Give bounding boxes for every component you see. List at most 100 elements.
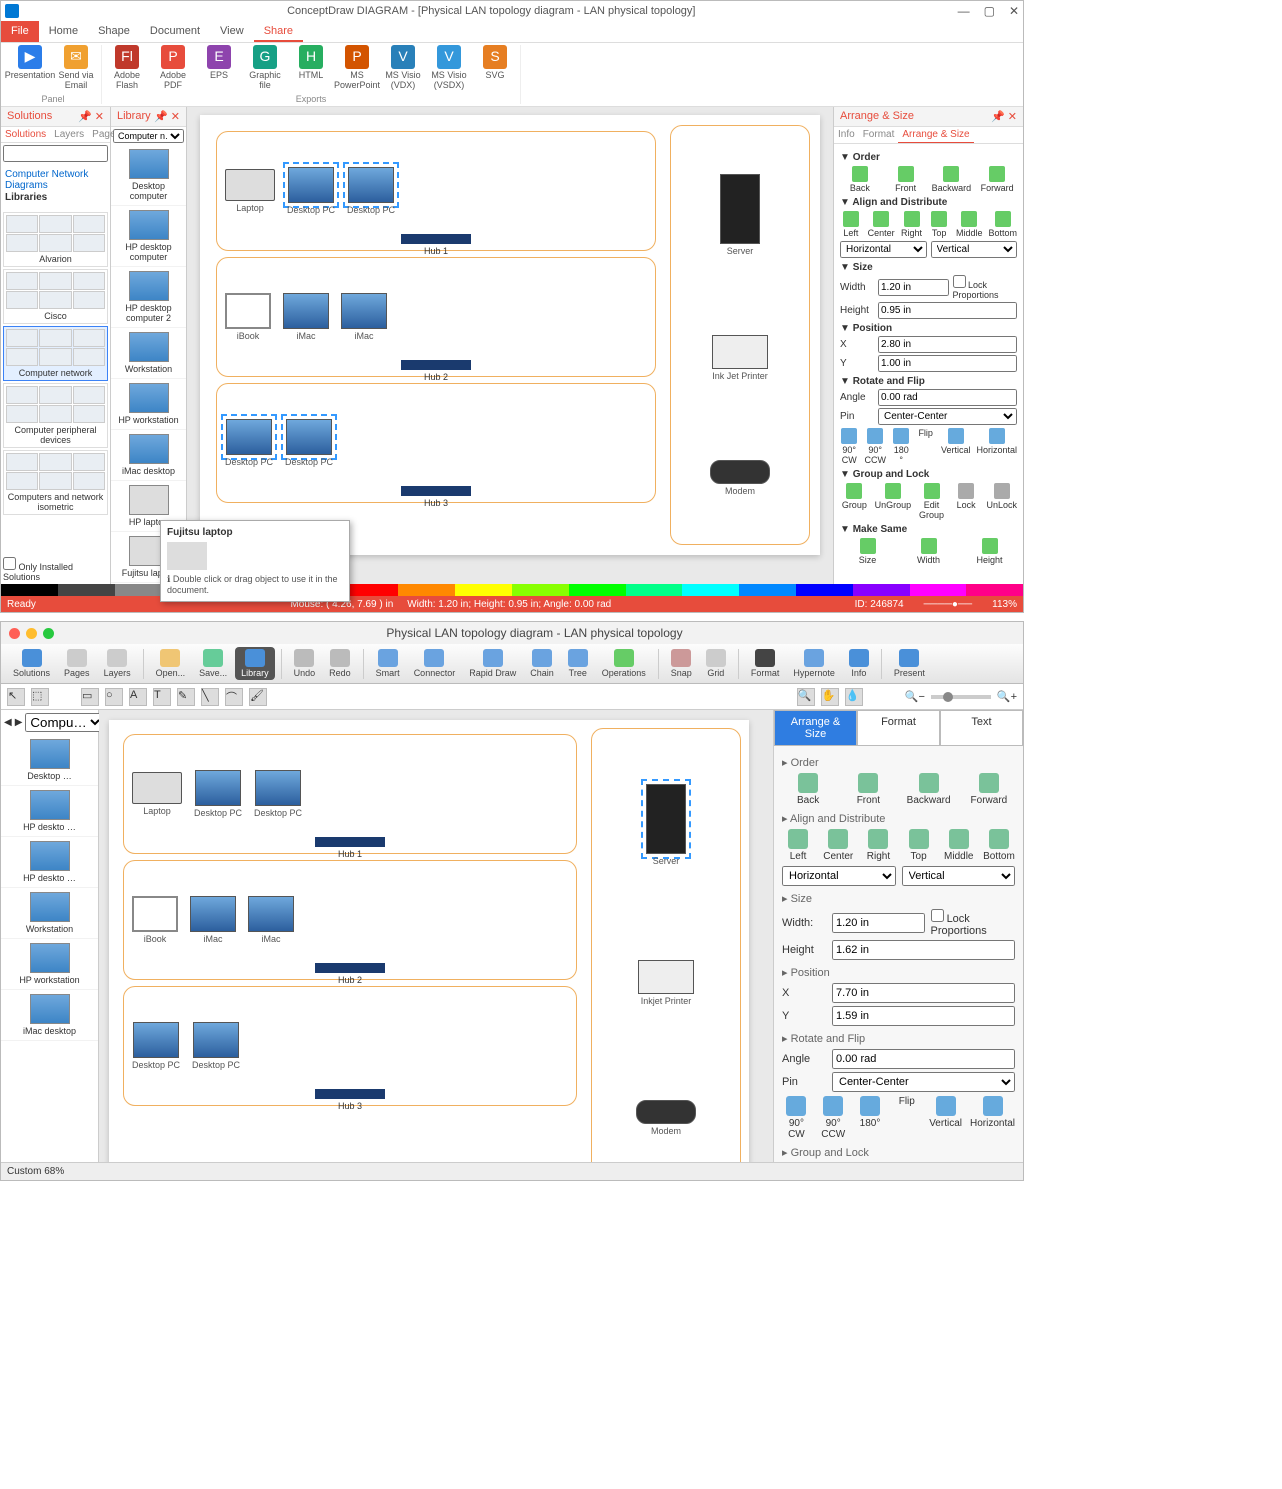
menu-document[interactable]: Document <box>140 21 210 42</box>
mac-align-top[interactable]: Top <box>903 829 935 862</box>
graphic-file-button[interactable]: GGraphic file <box>244 45 286 91</box>
align-top-button[interactable]: Top <box>928 211 950 238</box>
pin-select[interactable]: Center-Center <box>878 408 1017 425</box>
line-tool-icon[interactable]: ╲ <box>201 688 219 706</box>
solution-card-peripheral[interactable]: Computer peripheral devices <box>3 383 108 448</box>
distribute-v-select[interactable]: Vertical <box>931 241 1018 258</box>
mac-tab-text[interactable]: Text <box>940 710 1023 746</box>
mac-align-middle[interactable]: Middle <box>943 829 975 862</box>
lib-item[interactable]: Workstation <box>1 888 98 939</box>
diagram-page[interactable]: Laptop Desktop PC Desktop PC Hub 1 iBook… <box>200 115 820 555</box>
solutions-libraries-node[interactable]: Libraries <box>5 192 106 203</box>
mac-angle-input[interactable] <box>832 1049 1015 1069</box>
tb-grid[interactable]: Grid <box>700 647 732 680</box>
tb-hypernote[interactable]: Hypernote <box>787 647 841 680</box>
eps-button[interactable]: EEPS <box>198 45 240 81</box>
mac-align-bottom[interactable]: Bottom <box>983 829 1015 862</box>
close-button[interactable]: ✕ <box>1009 4 1019 18</box>
width-input[interactable] <box>878 279 949 296</box>
angle-input[interactable] <box>878 389 1017 406</box>
align-middle-button[interactable]: Middle <box>956 211 983 238</box>
mac-y-input[interactable] <box>832 1006 1015 1026</box>
send-email-button[interactable]: ✉Send via Email <box>55 45 97 91</box>
menu-share[interactable]: Share <box>254 21 303 42</box>
height-input[interactable] <box>878 302 1017 319</box>
flip-vertical-button[interactable]: Vertical <box>941 428 971 465</box>
same-width-button[interactable]: Width <box>901 538 956 565</box>
zoom-slider[interactable]: ────●── <box>924 599 973 610</box>
rotate-180-button[interactable]: 180 ° <box>892 428 910 465</box>
mac-flip-h[interactable]: Horizontal <box>970 1096 1015 1140</box>
color-palette[interactable] <box>1 584 1023 596</box>
lib-item[interactable]: Workstation <box>111 328 186 379</box>
lib-item[interactable]: HP deskto … <box>1 837 98 888</box>
mac-align-right[interactable]: Right <box>862 829 894 862</box>
y-input[interactable] <box>878 355 1017 372</box>
pointer-tool-icon[interactable]: ↖ <box>7 688 25 706</box>
tb-pages[interactable]: Pages <box>58 647 96 680</box>
library-dropdown[interactable]: Computer n… <box>113 129 184 143</box>
brush-tool-icon[interactable]: 🖌 <box>249 688 267 706</box>
lib-item[interactable]: HP workstation <box>111 379 186 430</box>
ellipse-tool-icon[interactable]: ○ <box>105 688 123 706</box>
select-tool-icon[interactable]: ⬚ <box>31 688 49 706</box>
solutions-network-link[interactable]: Computer Network Diagrams <box>5 169 106 191</box>
align-left-button[interactable]: Left <box>840 211 862 238</box>
rotate-90ccw-button[interactable]: 90° CCW <box>864 428 885 465</box>
mac-library-dropdown[interactable]: Compu… <box>25 713 104 732</box>
tb-operations[interactable]: Operations <box>596 647 652 680</box>
tb-save[interactable]: Save... <box>193 647 233 680</box>
lib-item[interactable]: Desktop … <box>1 735 98 786</box>
mac-flip-v[interactable]: Vertical <box>929 1096 962 1140</box>
tb-snap[interactable]: Snap <box>665 647 698 680</box>
tb-library[interactable]: Library <box>235 647 275 680</box>
rect-tool-icon[interactable]: ▭ <box>81 688 99 706</box>
tb-info[interactable]: Info <box>843 647 875 680</box>
tab-solutions[interactable]: Solutions <box>1 127 50 142</box>
mac-align-left[interactable]: Left <box>782 829 814 862</box>
tb-format[interactable]: Format <box>745 647 786 680</box>
align-right-button[interactable]: Right <box>901 211 923 238</box>
menu-file[interactable]: File <box>1 21 39 42</box>
tab-info[interactable]: Info <box>834 127 859 143</box>
presentation-button[interactable]: ▶Presentation <box>9 45 51 81</box>
ms-visio-vsdx-button[interactable]: VMS Visio (VSDX) <box>428 45 470 91</box>
maximize-button[interactable]: ▢ <box>984 4 995 18</box>
svg-button[interactable]: SSVG <box>474 45 516 81</box>
lock-button[interactable]: Lock <box>952 483 981 520</box>
align-bottom-button[interactable]: Bottom <box>989 211 1018 238</box>
tb-chain[interactable]: Chain <box>524 647 560 680</box>
lib-item[interactable]: Desktop computer <box>111 145 186 206</box>
lib-item[interactable]: iMac desktop <box>1 990 98 1041</box>
mac-diagram-page[interactable]: Laptop Desktop PC Desktop PC Hub 1 iBook… <box>109 720 749 1162</box>
flip-horizontal-button[interactable]: Horizontal <box>976 428 1017 465</box>
mac-minimize-button[interactable] <box>26 628 37 639</box>
lock-proportions-checkbox[interactable] <box>953 275 966 288</box>
mac-x-input[interactable] <box>832 983 1015 1003</box>
menu-shape[interactable]: Shape <box>88 21 140 42</box>
mac-lock-proportions[interactable] <box>931 909 944 922</box>
front-button[interactable]: Front <box>886 166 926 193</box>
zoom-in-icon[interactable]: 🔍+ <box>997 690 1017 703</box>
lib-item[interactable]: HP workstation <box>1 939 98 990</box>
panel-pin-icon[interactable]: 📌 ✕ <box>78 110 104 123</box>
mac-tab-arrange[interactable]: Arrange & Size <box>774 710 857 746</box>
mac-front-button[interactable]: Front <box>842 773 894 806</box>
tb-smart[interactable]: Smart <box>370 647 406 680</box>
mac-canvas[interactable]: Laptop Desktop PC Desktop PC Hub 1 iBook… <box>99 710 773 1162</box>
solution-card-computer-network[interactable]: Computer network <box>3 326 108 381</box>
mac-rot90cw[interactable]: 90° CW <box>782 1096 811 1140</box>
hand-tool-icon[interactable]: ✋ <box>821 688 839 706</box>
adobe-flash-button[interactable]: FlAdobe Flash <box>106 45 148 91</box>
same-size-button[interactable]: Size <box>840 538 895 565</box>
pencil-tool-icon[interactable]: ✎ <box>177 688 195 706</box>
tb-undo[interactable]: Undo <box>288 647 322 680</box>
ms-powerpoint-button[interactable]: PMS PowerPoint <box>336 45 378 91</box>
textbox-tool-icon[interactable]: T <box>153 688 171 706</box>
tb-connector[interactable]: Connector <box>408 647 462 680</box>
library-close-icon[interactable]: 📌 ✕ <box>154 110 180 123</box>
solution-card-isometric[interactable]: Computers and network isometric <box>3 450 108 515</box>
lib-item[interactable]: iMac desktop <box>111 430 186 481</box>
mac-zoom-button[interactable] <box>43 628 54 639</box>
text-tool-icon[interactable]: A <box>129 688 147 706</box>
